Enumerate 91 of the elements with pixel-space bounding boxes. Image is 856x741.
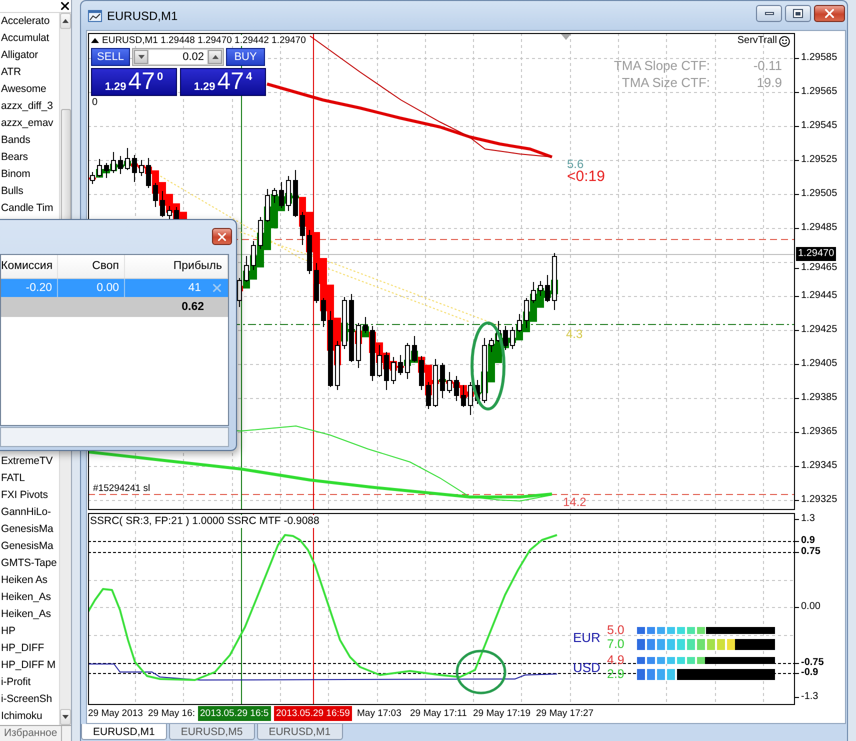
chart-value-label: 4.3	[566, 328, 583, 342]
indicator-item[interactable]: GMTS-Tape	[0, 555, 59, 572]
column-header[interactable]: Прибыль	[125, 255, 228, 278]
restore-icon	[793, 9, 803, 18]
indicator-item[interactable]: Candle Tim	[0, 200, 59, 217]
strength-value: 4.9	[607, 654, 626, 667]
time-marker-label: 2013.05.29 16:5	[198, 706, 271, 721]
indicator-item[interactable]: Alligator	[0, 47, 59, 64]
minimize-button[interactable]	[756, 5, 782, 22]
currency-label: USD	[573, 660, 602, 675]
navigator-close-button[interactable]	[61, 2, 69, 10]
indicator-item[interactable]: azzx_emav	[0, 115, 59, 132]
minimize-icon	[764, 12, 774, 15]
smiley-icon	[779, 36, 790, 46]
indicator-item[interactable]: Ichimoku	[0, 708, 59, 725]
restore-button[interactable]	[785, 5, 811, 22]
total-profit: 0.62	[182, 300, 204, 315]
close-icon	[213, 284, 221, 292]
expert-name: ServTrall	[737, 35, 777, 47]
window-title: EURUSD,M1	[107, 8, 178, 22]
triangle-marker-icon	[561, 34, 571, 40]
indicator-item[interactable]: i-Profit	[0, 674, 59, 691]
indicator-title: SSRC( SR:3, FP:21 ) 1.0000 SSRC MTF -0.9088	[90, 515, 320, 528]
highlight-circle	[456, 650, 506, 694]
caret-up-icon	[62, 19, 69, 23]
scroll-down-button[interactable]	[60, 709, 71, 725]
column-header[interactable]: Своп	[58, 255, 125, 278]
strength-value: 7.0	[607, 638, 626, 651]
table-cell-text: 41	[187, 281, 202, 296]
indicator-item[interactable]: Accelerato	[0, 13, 59, 30]
indicator-item[interactable]: ExtremeTV	[0, 453, 59, 470]
time-axis-label: 29 May 2013	[88, 708, 143, 720]
lot-decrease-button[interactable]	[134, 50, 148, 64]
chart-tab[interactable]: EURUSD,M1	[81, 724, 167, 740]
tma-value: 19.9	[756, 75, 782, 90]
indicator-item[interactable]: azzx_diff_3	[0, 98, 59, 115]
currency-label: EUR	[573, 630, 602, 645]
sell-button[interactable]: SELL	[91, 48, 130, 66]
tma-label: TMA Slope CTF:	[614, 58, 710, 73]
scroll-up-button[interactable]	[60, 13, 71, 29]
close-icon	[825, 9, 834, 18]
indicator-item[interactable]: GenesisMa	[0, 521, 59, 538]
indicator-item[interactable]: Bands	[0, 132, 59, 149]
caret-up-icon	[212, 55, 218, 59]
caret-down-icon	[138, 55, 144, 59]
chart-window-icon	[88, 8, 102, 22]
time-axis-label: May 17:03	[357, 708, 402, 720]
time-axis-label: 29 May 17:19	[473, 708, 531, 720]
tma-value: -0.11	[752, 58, 782, 73]
time-axis-label: 29 May 17:27	[536, 708, 594, 720]
indicator-item[interactable]: FXI Pivots	[0, 487, 59, 504]
buy-button[interactable]: BUY	[226, 48, 265, 66]
column-header[interactable]: Комиссия	[1, 255, 58, 278]
chart-value-label: 5.6	[567, 158, 584, 171]
order-label: #15294241 sl	[93, 483, 150, 494]
indicator-item[interactable]: Heiken_As	[0, 606, 59, 623]
chart-tab[interactable]: EURUSD,M5	[168, 724, 255, 740]
tma-label: TMA Size CTF:	[620, 75, 710, 90]
caret-down-icon	[62, 715, 69, 719]
strength-value: 5.0	[607, 624, 626, 637]
chart-symbol-quotes: EURUSD,M1 1.29448 1.29470 1.29442 1.29470	[102, 35, 306, 46]
indicator-item[interactable]: Awesome	[0, 81, 59, 98]
indicator-item[interactable]: FATL	[0, 470, 59, 487]
lot-field[interactable]: 0.02	[149, 50, 207, 64]
indicator-item[interactable]: Bears	[0, 149, 59, 166]
lot-increase-button[interactable]	[208, 50, 222, 64]
close-icon	[61, 2, 69, 10]
close-icon	[218, 232, 226, 240]
time-axis-label: 29 May 16:	[148, 708, 195, 720]
chart-tab[interactable]: EURUSD,M1	[256, 724, 343, 740]
time-axis-label: 29 May 17:11	[410, 708, 467, 720]
current-price-label: 1.29470	[796, 247, 836, 261]
indicator-item[interactable]: i-ScreenSh	[0, 691, 59, 708]
indicator-item[interactable]: GannHiLo-	[0, 504, 59, 521]
indicator-item[interactable]: Bulls	[0, 183, 59, 200]
indicator-item[interactable]: Binom	[0, 166, 59, 183]
chart-value-label: 14.2	[563, 496, 586, 509]
close-button[interactable]	[814, 5, 845, 22]
close-button[interactable]	[212, 228, 232, 245]
indicator-item[interactable]: Heiken_As	[0, 589, 59, 606]
time-marker-label: 2013.05.29 16:59	[274, 706, 352, 721]
indicator-item[interactable]: ATR	[0, 64, 59, 81]
indicator-item[interactable]: HP_DIFF M	[0, 657, 59, 674]
indicator-item[interactable]: HP_DIFF	[0, 640, 59, 657]
indicator-item[interactable]: Accumulat	[0, 30, 59, 47]
indicator-item[interactable]: HP	[0, 623, 59, 640]
triangle-icon	[91, 38, 99, 44]
value-label: 0	[92, 97, 98, 109]
indicator-item[interactable]: GenesisMa	[0, 538, 59, 555]
indicator-item[interactable]: Heiken As	[0, 572, 59, 589]
chart-value-label: <0:19	[567, 169, 605, 186]
